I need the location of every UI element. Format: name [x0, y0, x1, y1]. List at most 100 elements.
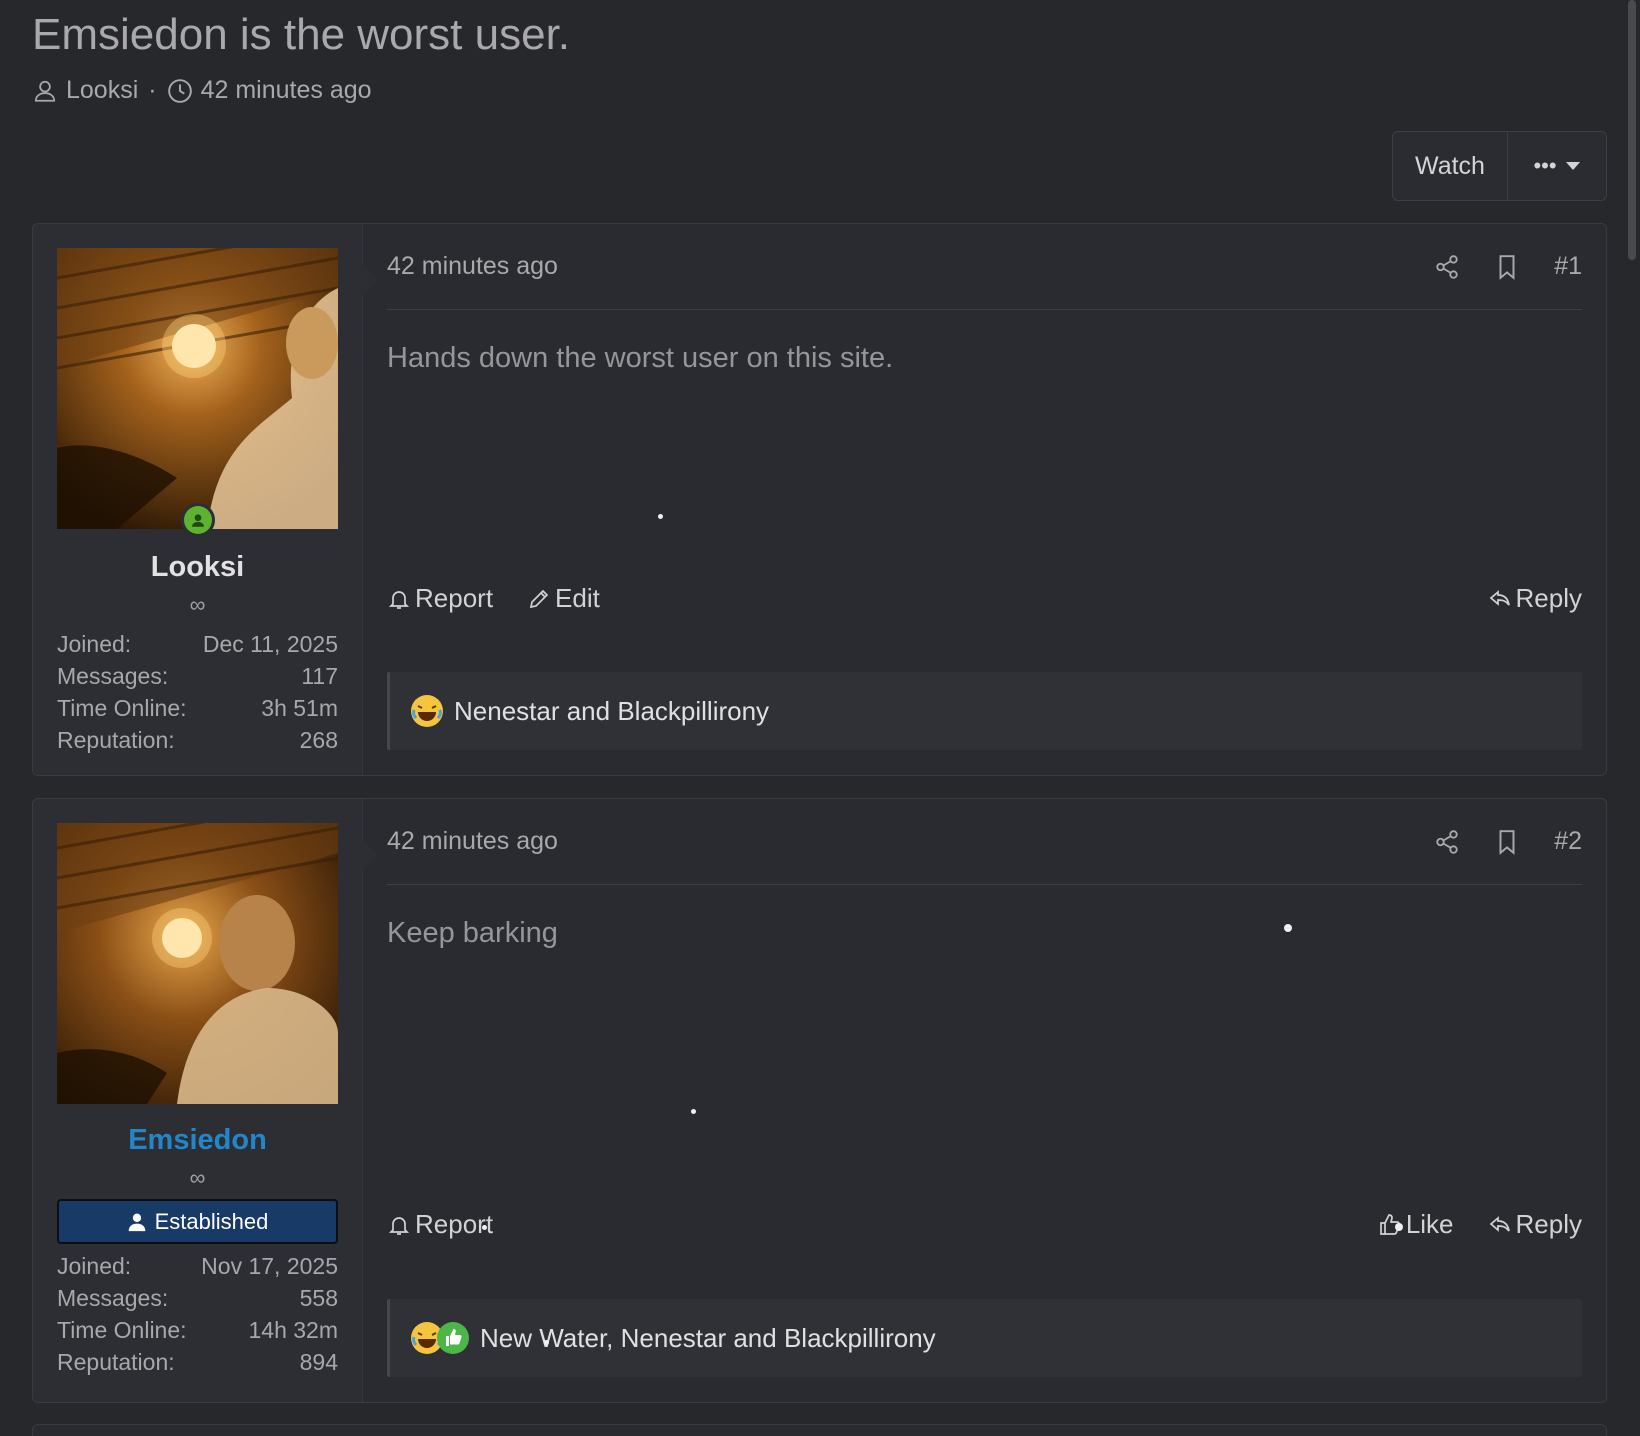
like-label: Like: [1405, 1209, 1454, 1239]
stat-label: Joined:: [57, 1252, 132, 1279]
report-button[interactable]: Report: [387, 1209, 493, 1240]
more-options-button[interactable]: •••: [1508, 132, 1606, 200]
stat-value: Dec 11, 2025: [202, 630, 338, 657]
avatar-image: [57, 823, 338, 1104]
speck: [544, 1340, 549, 1345]
post-actions: Report Like Reply: [387, 1209, 1582, 1240]
stat-value: 268: [299, 726, 338, 753]
stat-label: Joined:: [57, 630, 132, 657]
online-status-icon: [181, 503, 215, 537]
stat-label: Time Online:: [57, 694, 187, 721]
thread-page: Emsiedon is the worst user. Looksi · 42 …: [0, 0, 1640, 1436]
next-post: [32, 1424, 1607, 1436]
banner-label: Established: [154, 1208, 269, 1234]
stat-label: Messages:: [57, 662, 169, 689]
stat-row: Messages: 117: [57, 660, 338, 692]
like-button[interactable]: Like: [1378, 1209, 1454, 1240]
user-stats: Joined: Nov 17, 2025 Messages: 558 Time On…: [57, 1250, 338, 1378]
reply-icon: [1489, 1215, 1510, 1232]
post-username[interactable]: Looksi: [57, 551, 338, 584]
stat-label: Time Online:: [57, 1316, 187, 1343]
post-body: Keep barking: [387, 917, 558, 949]
post-actions: Report Edit Reply: [387, 583, 1582, 614]
reply-label: Reply: [1515, 1209, 1582, 1239]
post-user-info: Looksi ∞ Joined: Dec 11, 2025 Messages: 11…: [33, 224, 363, 775]
stat-label: Reputation:: [57, 1348, 175, 1375]
watch-button[interactable]: Watch: [1393, 132, 1508, 200]
stat-row: Reputation: 268: [57, 724, 338, 756]
stat-row: Time Online: 14h 32m: [57, 1314, 338, 1346]
user-title: ∞: [189, 592, 206, 617]
speck: [658, 514, 663, 519]
reactions-bar[interactable]: Nenestar and Blackpillirony: [387, 672, 1582, 750]
stat-value: 117: [301, 662, 338, 689]
reply-label: Reply: [1515, 583, 1582, 613]
post-user-info: Emsiedon ∞ Established Joined: Nov 17, 20…: [33, 799, 363, 1402]
laughing-emoji-icon: [411, 695, 443, 727]
user-banner: Established: [57, 1199, 338, 1244]
thread-button-group: Watch •••: [1392, 131, 1607, 201]
speck: [1395, 1223, 1403, 1231]
edit-button[interactable]: Edit: [527, 583, 600, 614]
stat-row: Messages: 558: [57, 1282, 338, 1314]
stat-value: 14h 32m: [248, 1316, 338, 1343]
stat-value: 558: [299, 1284, 338, 1311]
edit-label: Edit: [555, 583, 600, 613]
share-icon[interactable]: [1434, 829, 1460, 855]
stat-value: 894: [299, 1348, 338, 1375]
thread-time[interactable]: 42 minutes ago: [201, 76, 372, 105]
user-title: ∞: [189, 1165, 206, 1190]
stat-label: Messages:: [57, 1284, 169, 1311]
share-icon[interactable]: [1434, 254, 1460, 280]
bookmark-icon[interactable]: [1494, 254, 1520, 280]
post-body: Hands down the worst user on this site.: [387, 342, 894, 374]
reactions-text[interactable]: New Water, Nenestar and Blackpillirony: [480, 1323, 936, 1354]
thread-author[interactable]: Looksi: [66, 76, 138, 105]
post-main: 42 minutes ago #1 Hands down the worst u…: [362, 224, 1606, 775]
reply-button[interactable]: Reply: [1488, 1209, 1582, 1240]
stat-row: Reputation: 894: [57, 1346, 338, 1378]
report-button[interactable]: Report: [387, 583, 493, 614]
post-arrow: [362, 264, 378, 296]
avatar[interactable]: [57, 823, 338, 1104]
post-number[interactable]: #2: [1554, 827, 1582, 856]
meta-separator: ·: [148, 76, 157, 104]
speck: [691, 1109, 696, 1114]
post-header: 42 minutes ago #2: [387, 799, 1582, 885]
speck: [482, 1225, 487, 1230]
avatar[interactable]: [57, 248, 338, 537]
stat-row: Joined: Nov 17, 2025: [57, 1250, 338, 1282]
user-icon: [128, 1213, 145, 1231]
stat-row: Joined: Dec 11, 2025: [57, 628, 338, 660]
post-number[interactable]: #1: [1554, 252, 1582, 281]
caret-down-icon: [1565, 162, 1580, 170]
bell-icon: [388, 1216, 410, 1235]
stat-value: 3h 51m: [261, 694, 338, 721]
post: Looksi ∞ Joined: Dec 11, 2025 Messages: 11…: [32, 223, 1607, 776]
clock-icon: [167, 78, 192, 103]
thread-title: Emsiedon is the worst user.: [32, 10, 571, 59]
post-time[interactable]: 42 minutes ago: [387, 252, 558, 281]
stat-label: Reputation:: [57, 726, 175, 753]
reply-button[interactable]: Reply: [1488, 583, 1582, 614]
user-stats: Joined: Dec 11, 2025 Messages: 117 Time On…: [57, 628, 338, 756]
avatar-image: [57, 248, 338, 529]
post-main: 42 minutes ago #2 Keep barking Report Li…: [362, 799, 1606, 1402]
post-username[interactable]: Emsiedon: [57, 1124, 338, 1157]
bookmark-icon[interactable]: [1494, 829, 1520, 855]
reactions-text[interactable]: Nenestar and Blackpillirony: [454, 696, 769, 727]
speck: [1284, 924, 1292, 932]
more-dots-icon: •••: [1533, 153, 1557, 178]
pencil-icon: [529, 589, 549, 608]
scrollbar[interactable]: [1628, 0, 1636, 260]
stat-row: Time Online: 3h 51m: [57, 692, 338, 724]
reactions-bar[interactable]: New Water, Nenestar and Blackpillirony: [387, 1299, 1582, 1377]
post-header: 42 minutes ago #1: [387, 224, 1582, 310]
like-emoji-icon: [437, 1322, 469, 1354]
post-arrow: [362, 839, 378, 871]
post-time[interactable]: 42 minutes ago: [387, 827, 558, 856]
stat-value: Nov 17, 2025: [201, 1252, 338, 1279]
reply-icon: [1489, 589, 1510, 606]
user-icon: [34, 80, 56, 102]
thread-meta: Looksi · 42 minutes ago: [32, 76, 372, 105]
